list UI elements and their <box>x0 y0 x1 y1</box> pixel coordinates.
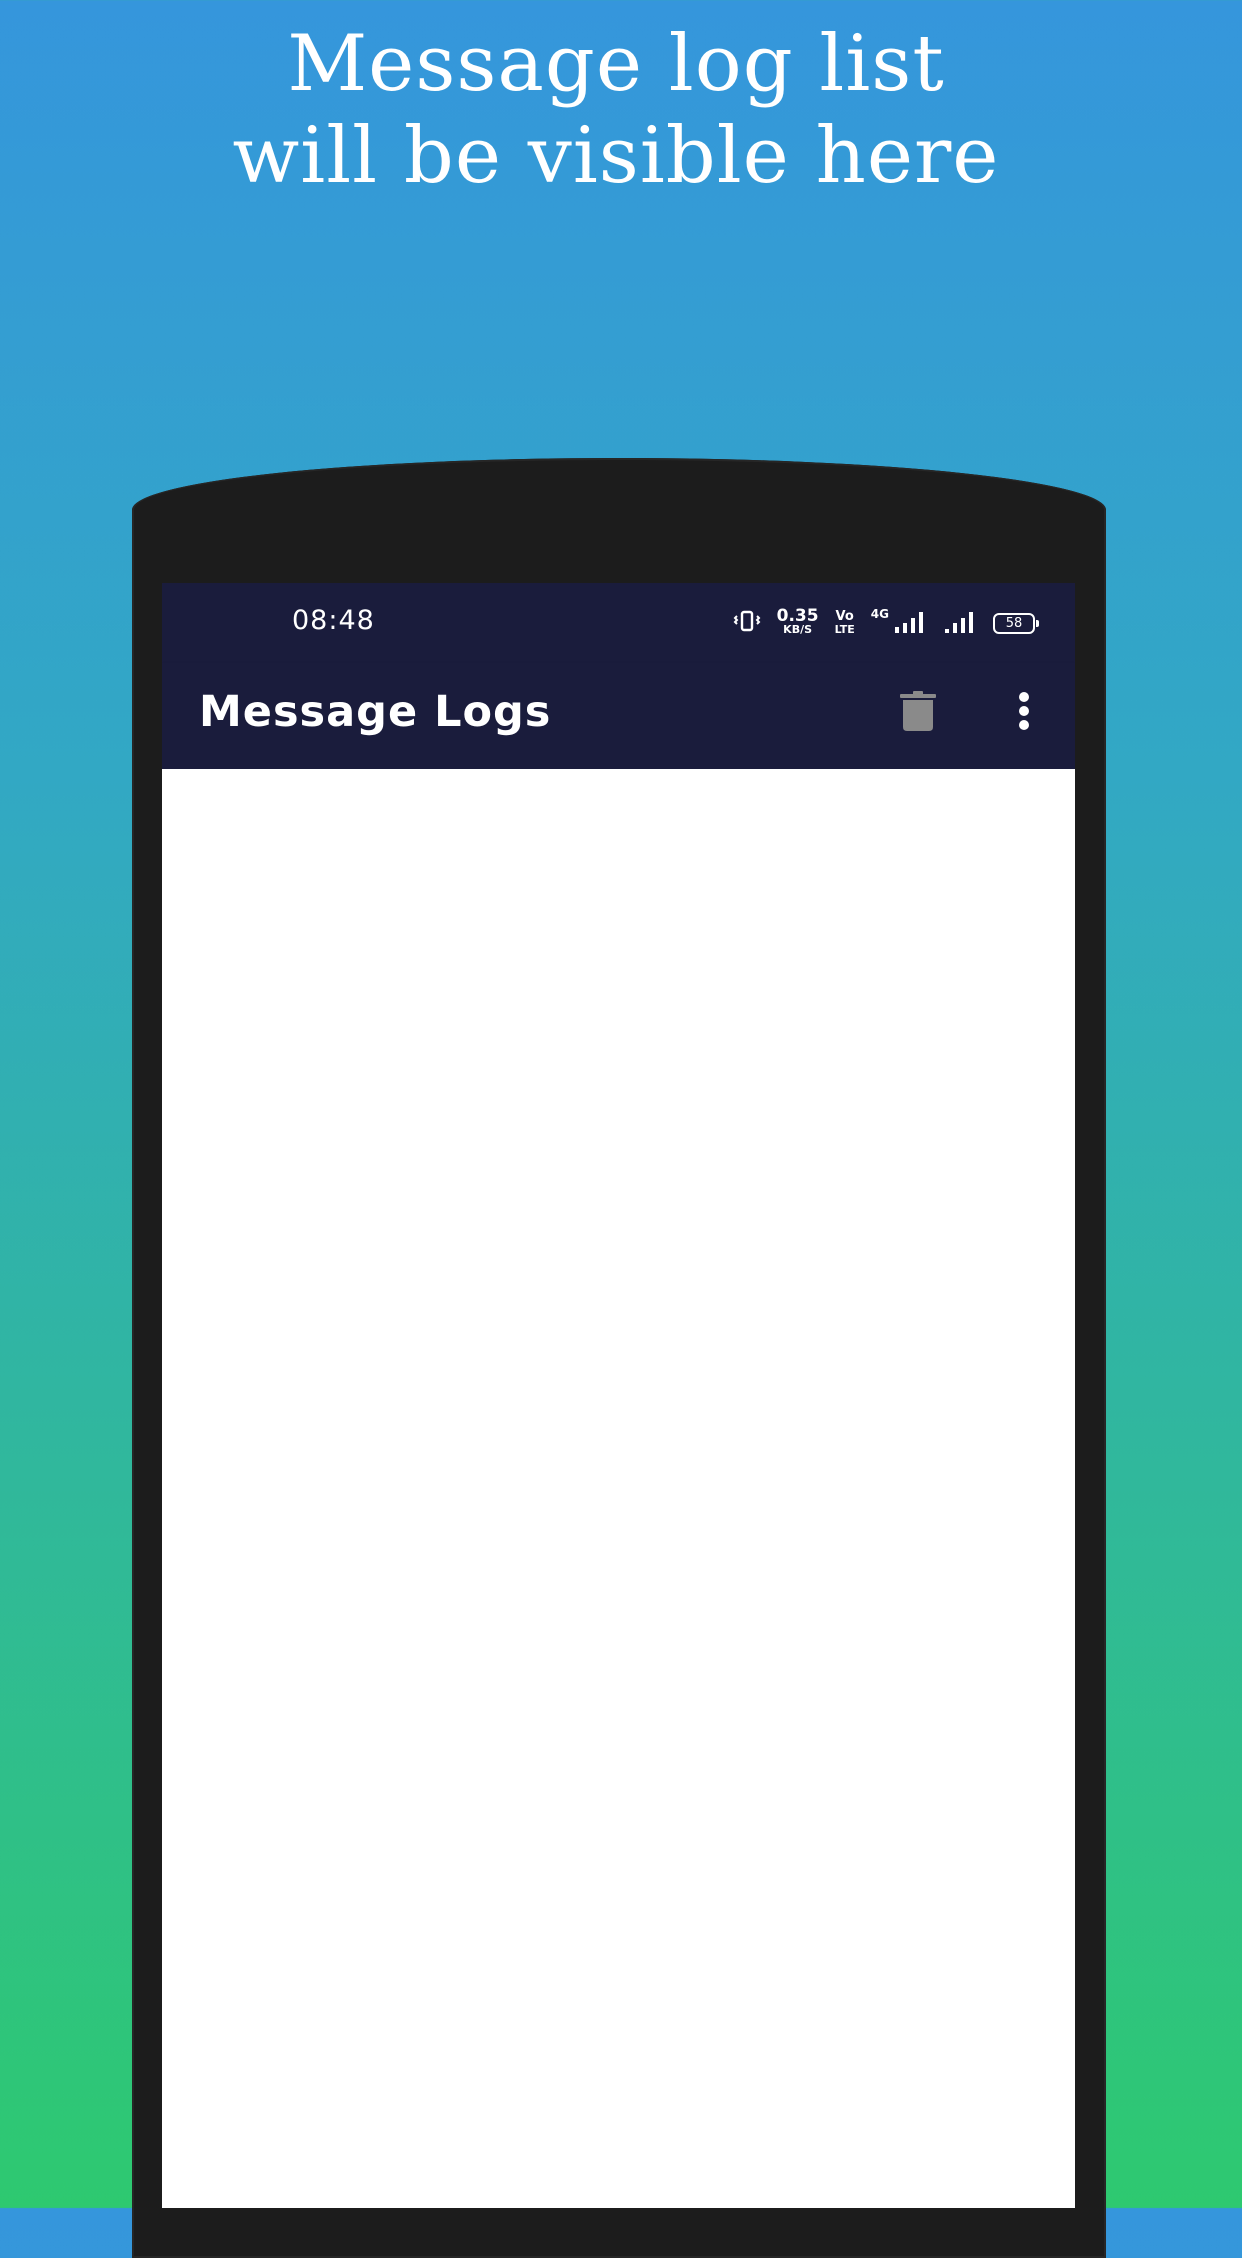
promo-heading-line-2: will be visible here <box>232 111 1000 201</box>
delete-button[interactable] <box>890 685 946 741</box>
status-time: 08:48 <box>292 605 375 636</box>
more-vert-icon <box>1016 691 1032 736</box>
more-options-button[interactable] <box>1004 685 1044 741</box>
status-icons: 0.35 KB/S Vo LTE 4G 58 <box>733 605 1039 641</box>
network-type: 4G <box>870 607 889 621</box>
volte-indicator: Vo LTE <box>835 610 855 636</box>
network-speed-unit: KB/S <box>783 623 813 636</box>
vibrate-icon <box>733 609 761 638</box>
signal-icon <box>893 609 927 638</box>
network-speed: 0.35 KB/S <box>776 606 819 637</box>
delete-icon <box>898 690 938 737</box>
volte-bottom-label: LTE <box>834 623 855 636</box>
signal-icon <box>943 609 977 638</box>
phone-screen: 08:48 0.35 KB/S Vo LTE 4G 58 Message Log… <box>162 583 1075 2208</box>
network-speed-value: 0.35 <box>776 606 819 626</box>
status-bar: 08:48 0.35 KB/S Vo LTE 4G 58 <box>162 583 1075 663</box>
promo-heading-line-1: Message log list <box>287 19 945 109</box>
battery-icon: 58 <box>993 612 1039 634</box>
app-bar: Message Logs <box>162 663 1075 769</box>
battery-level: 58 <box>1005 615 1023 631</box>
promo-heading: Message log list will be visible here <box>0 18 1232 202</box>
message-log-list[interactable] <box>162 769 1075 2208</box>
volte-top-label: Vo <box>835 609 854 624</box>
app-title: Message Logs <box>199 687 552 737</box>
